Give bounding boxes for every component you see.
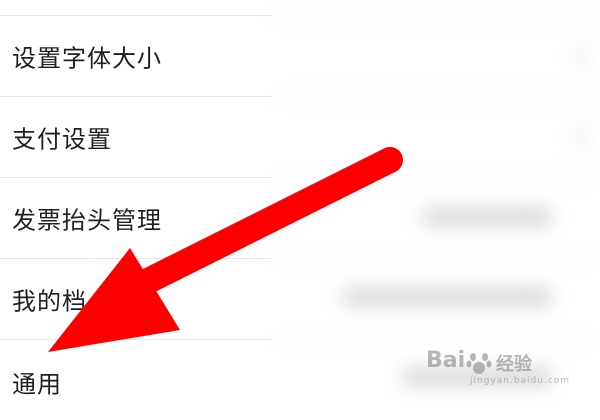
- blurred-value: [342, 288, 552, 306]
- watermark-url: jingyan.baidu.com: [470, 376, 571, 386]
- menu-item-label: 设置字体大小: [12, 44, 162, 73]
- watermark: Bai 经验 jingyan.baidu.com: [426, 348, 576, 392]
- menu-item-label: 通用: [12, 370, 62, 399]
- chevron-right-icon: [564, 124, 589, 149]
- divider: [272, 15, 600, 17]
- divider: [272, 96, 600, 98]
- baidu-paw-icon: [466, 353, 492, 374]
- divider: [272, 339, 600, 341]
- chevron-right-icon: [564, 44, 589, 69]
- divider: [272, 177, 600, 179]
- watermark-cn: 经验: [496, 354, 532, 375]
- menu-item-label: 我的档: [12, 287, 87, 316]
- divider: [272, 258, 600, 260]
- watermark-brand: Bai: [426, 348, 466, 373]
- menu-item-label: 支付设置: [12, 125, 112, 154]
- blurred-value: [422, 208, 552, 226]
- menu-item-label: 发票抬头管理: [12, 206, 162, 235]
- blurred-values-area: [272, 0, 600, 400]
